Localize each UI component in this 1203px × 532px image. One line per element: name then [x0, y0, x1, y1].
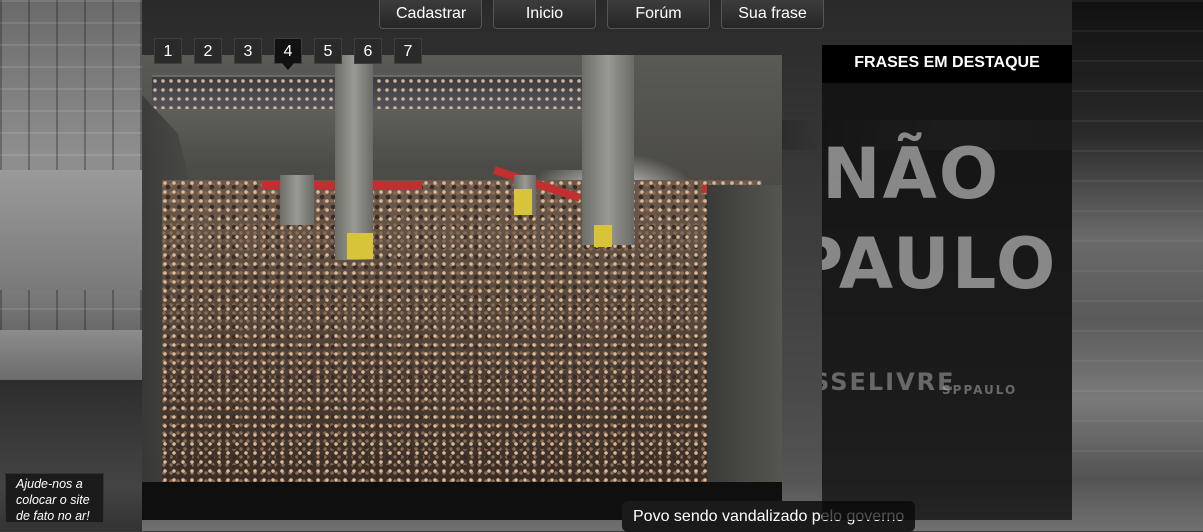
- slide-page-2[interactable]: 2: [194, 38, 222, 64]
- slide-page-6[interactable]: 6: [354, 38, 382, 64]
- slide-page-1[interactable]: 1: [154, 38, 182, 64]
- nav-cadastrar-button[interactable]: Cadastrar: [379, 0, 482, 29]
- nav-forum-button[interactable]: Forúm: [607, 0, 710, 29]
- background-graffiti-paulo: PAULO: [822, 223, 1058, 305]
- help-notice[interactable]: Ajude-nos a colocar o site de fato no ar…: [5, 473, 104, 523]
- top-navigation: Cadastrar Inicio Forúm Sua frase: [379, 0, 824, 29]
- featured-phrases-panel: FRASES EM DESTAQUE NÃO PAULO SSELIVRE SP…: [822, 45, 1072, 520]
- slide-page-5[interactable]: 5: [314, 38, 342, 64]
- background-right-scene: [1072, 0, 1203, 531]
- slide-pagination: 1 2 3 4 5 6 7: [154, 38, 422, 70]
- slide-page-7[interactable]: 7: [394, 38, 422, 64]
- photo-slideshow: Povo sendo vandalizado pelo governo: [142, 55, 916, 532]
- featured-phrases-title: FRASES EM DESTAQUE: [822, 45, 1072, 83]
- slide-image[interactable]: [142, 55, 782, 482]
- background-graffiti-nao: NÃO: [822, 133, 1001, 215]
- slide-page-4[interactable]: 4: [274, 38, 302, 70]
- featured-phrases-list: NÃO PAULO SSELIVRE SPPAULO: [822, 83, 1072, 520]
- background-left-building: [0, 0, 142, 531]
- background-banner-text: SSELIVRE: [822, 368, 956, 396]
- nav-sua-frase-button[interactable]: Sua frase: [721, 0, 824, 29]
- crowd-scene: [162, 180, 762, 482]
- slide-page-3[interactable]: 3: [234, 38, 262, 64]
- background-banner-small-text: SPPAULO: [942, 383, 1018, 397]
- nav-inicio-button[interactable]: Inicio: [493, 0, 596, 29]
